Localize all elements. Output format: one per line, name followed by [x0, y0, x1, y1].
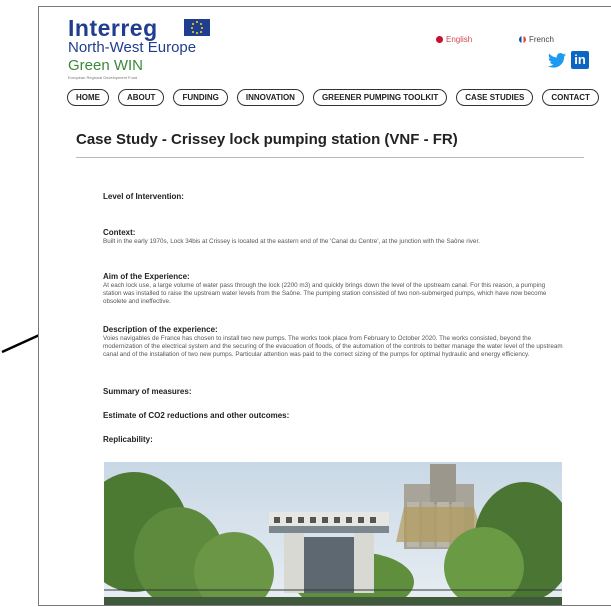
section-heading: Summary of measures: — [103, 387, 192, 396]
uk-flag-icon — [436, 36, 443, 43]
section-body: Built in the early 1970s, Lock 34bis at … — [103, 238, 480, 245]
section-body: Voies navigables de France has chosen to… — [103, 335, 563, 359]
section-replicability: Replicability: — [103, 435, 563, 444]
section-description: Description of the experience: Voies nav… — [103, 325, 563, 360]
title-divider — [76, 157, 584, 158]
language-english-label: English — [446, 35, 473, 44]
logo-interreg-text: Interreg — [68, 15, 158, 41]
section-context: Context: Built in the early 1970s, Lock … — [103, 228, 563, 246]
section-heading: Description of the experience: — [103, 325, 218, 334]
language-english-link[interactable]: English — [436, 35, 472, 44]
section-heading: Context: — [103, 228, 136, 237]
section-heading: Estimate of CO2 reductions and other out… — [103, 411, 290, 420]
section-aim: Aim of the Experience: At each lock use,… — [103, 272, 563, 307]
nav-greener-pumping-toolkit[interactable]: GREENER PUMPING TOOLKIT — [312, 89, 448, 106]
france-flag-icon — [519, 36, 526, 43]
language-french-link[interactable]: French — [519, 35, 554, 44]
lock-pumping-station-photo — [104, 462, 562, 605]
section-estimate: Estimate of CO2 reductions and other out… — [103, 411, 563, 420]
nav-contact[interactable]: CONTACT — [542, 89, 599, 106]
section-heading: Replicability: — [103, 435, 153, 444]
page-title: Case Study - Crissey lock pumping statio… — [76, 131, 458, 148]
logo-region: North-West Europe — [68, 39, 197, 56]
nav-funding[interactable]: FUNDING — [173, 89, 228, 106]
section-body: At each lock use, a large volume of wate… — [103, 282, 547, 306]
section-summary: Summary of measures: — [103, 387, 563, 396]
nav-home[interactable]: HOME — [67, 89, 109, 106]
webpage-frame: Interreg North-West Europe Green WIN Eur… — [38, 6, 611, 606]
logo-project: Green WIN — [68, 57, 144, 74]
section-heading: Aim of the Experience: — [103, 272, 190, 281]
linkedin-icon[interactable]: in — [571, 51, 589, 69]
language-french-label: French — [529, 35, 554, 44]
main-navigation: HOME ABOUT FUNDING INNOVATION GREENER PU… — [67, 89, 599, 106]
nav-about[interactable]: ABOUT — [118, 89, 165, 106]
eu-flag-icon — [184, 19, 210, 36]
twitter-icon[interactable] — [548, 53, 566, 68]
section-level: Level of Intervention: — [103, 192, 563, 201]
logo-tagline: European Regional Development Fund — [68, 75, 138, 80]
section-heading: Level of Intervention: — [103, 192, 184, 201]
nav-innovation[interactable]: INNOVATION — [236, 89, 304, 106]
nav-case-studies[interactable]: CASE STUDIES — [456, 89, 534, 106]
